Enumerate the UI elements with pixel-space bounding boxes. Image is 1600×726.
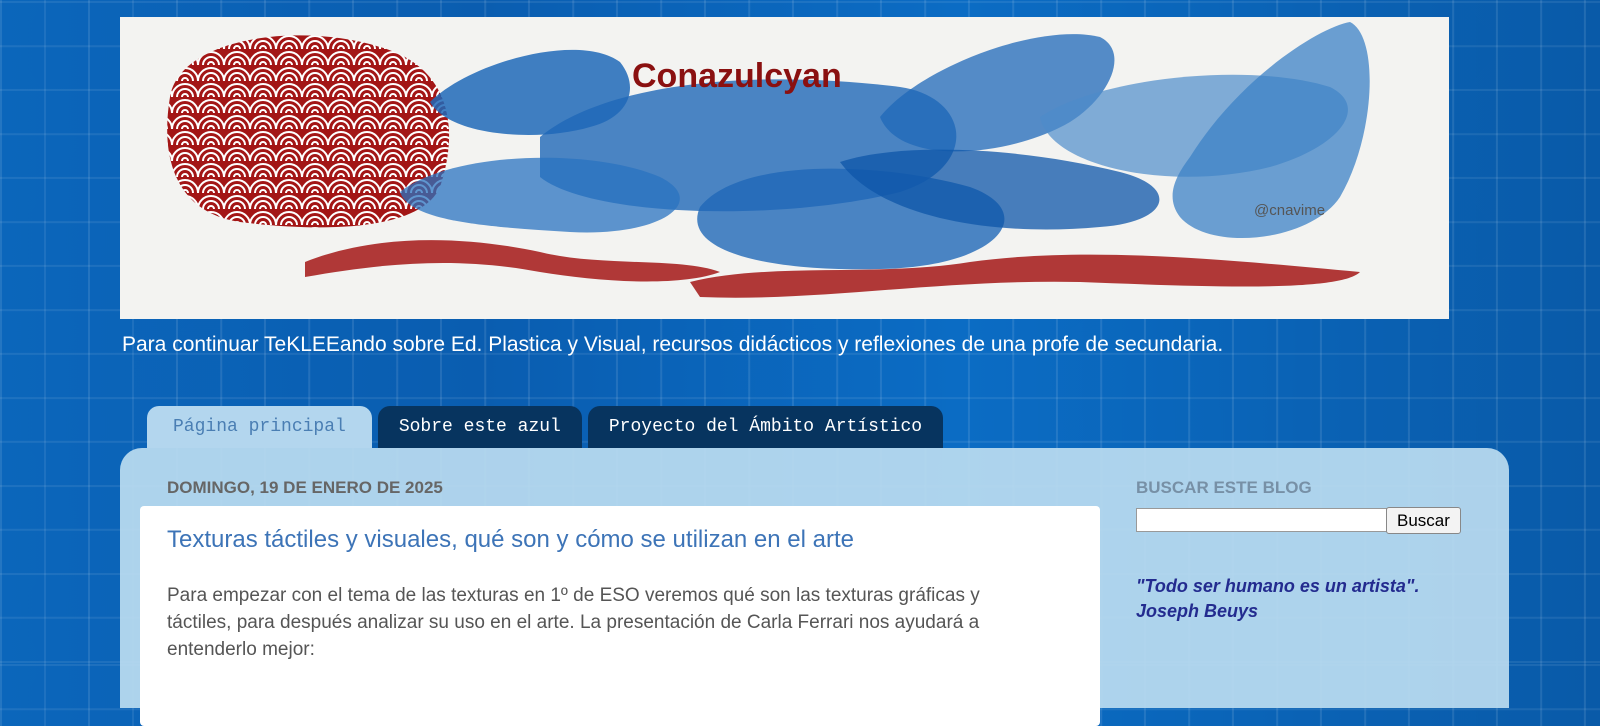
post-card: Texturas táctiles y visuales, qué son y … [140, 506, 1100, 726]
search-button[interactable]: Buscar [1386, 507, 1461, 534]
post-body-text: Para empezar con el tema de las texturas… [167, 585, 980, 660]
tab-sobre-este-azul[interactable]: Sobre este azul [377, 406, 582, 448]
blog-description: Para continuar TeKLEEando sobre Ed. Plas… [122, 333, 1224, 356]
banner-title-text: Conazulcyan [632, 57, 842, 95]
main-content-area: DOMINGO, 19 DE ENERO DE 2025 Texturas tá… [120, 448, 1509, 726]
banner-handle-text: @cnavime [1254, 202, 1325, 219]
post-title-link[interactable]: Texturas táctiles y visuales, qué son y … [167, 526, 854, 554]
tab-pagina-principal[interactable]: Página principal [147, 406, 372, 448]
page-tabs: Página principal Sobre este azul Proyect… [147, 406, 944, 448]
blog-header-banner[interactable]: Conazulcyan @cnavime [120, 17, 1449, 319]
tab-proyecto-ambito-artistico[interactable]: Proyecto del Ámbito Artístico [587, 406, 944, 448]
sidebar-quote: "Todo ser humano es un artista". Joseph … [1136, 576, 1420, 621]
search-input[interactable] [1136, 508, 1387, 532]
search-widget-title: BUSCAR ESTE BLOG [1136, 478, 1312, 497]
banner-artwork: Conazulcyan @cnavime [167, 22, 1370, 298]
post-date-header: DOMINGO, 19 DE ENERO DE 2025 [167, 478, 443, 497]
